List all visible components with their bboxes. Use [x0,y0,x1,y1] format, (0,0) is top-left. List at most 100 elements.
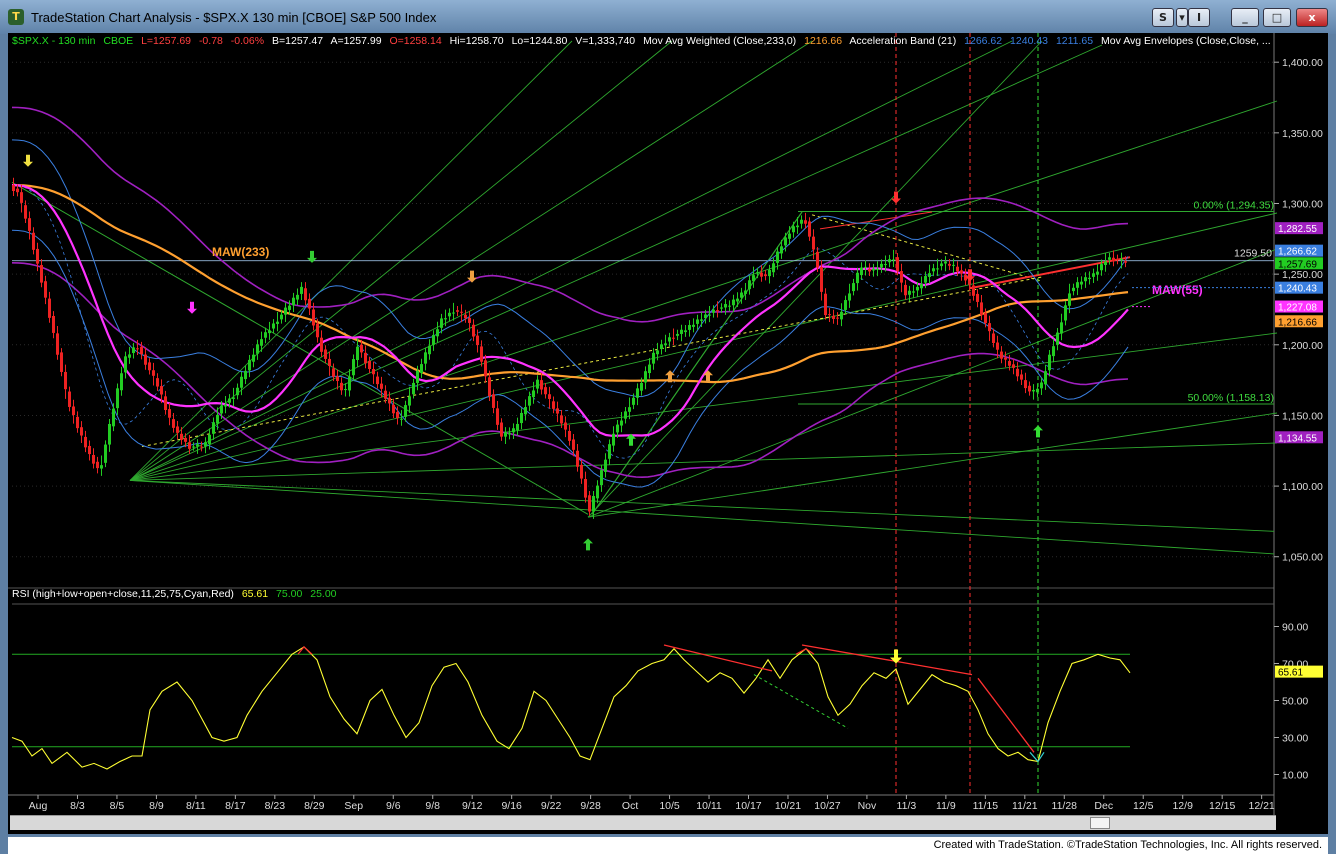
horizontal-scrollbar[interactable] [10,815,1276,830]
candle-body [512,428,515,433]
candle-body [208,434,211,444]
candle-body [264,332,267,338]
time-tick-label: Aug [29,800,48,812]
price-chart[interactable]: 1,400.00 1,350.00 1,300.00 1,250.00 1,200.00… [8,33,1328,815]
ask-price: A=1257.99 [330,35,382,47]
accel-value-3: 1211.65 [1055,35,1094,47]
candle-body [920,284,923,289]
candle-body [184,438,187,442]
candle-body [624,411,627,419]
candle-body [832,315,835,320]
candle-body [684,330,687,333]
last-price: L=1257.69 [141,35,192,47]
candle-body [652,352,655,364]
candle-body [640,382,643,391]
candle-body [248,359,251,371]
candle-body [580,464,583,479]
candle-body [716,310,719,312]
candle-body [1064,305,1067,321]
candle-body [440,318,443,328]
candle-body [376,376,379,385]
candle-body [416,370,419,383]
candle-body [180,433,183,440]
candle-body [764,274,767,277]
time-tick-label: 12/9 [1172,800,1193,812]
candle-body [972,285,975,296]
candle-body [260,339,263,346]
rsi-value-box-label: 65.61 [1278,668,1303,679]
time-tick-label: 8/5 [110,800,125,812]
candle-body [360,344,363,353]
time-tick-label: 9/28 [580,800,601,812]
candle-body [908,290,911,295]
fan-trendline [129,212,1278,481]
candle-body [216,414,219,424]
candle-body [992,333,995,343]
candle-body [732,299,735,306]
close-button[interactable]: x [1296,8,1328,27]
time-tick-label: 11/28 [1052,800,1078,812]
candle-body [140,346,143,355]
s-button[interactable]: S [1152,8,1174,27]
candle-body [68,391,71,407]
rsi-overbought-segment [795,647,815,655]
title-bar[interactable]: T TradeStation Chart Analysis - $SPX.X 1… [0,0,1336,34]
candle-body [1080,281,1083,285]
candle-body [344,389,347,391]
candle-body [312,309,315,326]
candle-body [948,263,951,266]
candle-body [1092,273,1095,277]
candle-body [356,346,359,361]
rsi-red-trendline [977,677,1035,753]
candle-body [240,376,243,388]
candle-body [496,408,499,425]
candle-body [608,444,611,459]
candle-body [828,314,831,316]
candle-body [672,337,675,339]
candle-body [1124,261,1127,263]
candle-body [860,267,863,276]
candle-body [16,188,19,193]
candle-body [556,408,559,414]
scroll-mode-button[interactable]: I [1188,8,1210,27]
candle-body [988,323,991,332]
candle-body [308,298,311,309]
candle-body [996,342,999,350]
candle-body [932,268,935,272]
candle-body [188,442,191,449]
candle-body [592,496,595,512]
chart-area[interactable]: 1,400.00 1,350.00 1,300.00 1,250.00 1,200.00… [8,33,1328,834]
time-tick-label: 9/16 [501,800,522,812]
candle-body [128,354,131,358]
candle-body [532,390,535,398]
candle-body [388,397,391,404]
candle-body [752,275,755,282]
maximize-button[interactable]: □ [1263,8,1291,27]
envelope-study-label: Mov Avg Envelopes (Close,Close, ... [1101,35,1271,47]
down-arrow-magenta [187,301,197,314]
candle-body [268,330,271,334]
candle-body [720,307,723,309]
candle-body [736,298,739,302]
candle-body [12,185,15,191]
rsi-study-label: RSI (high+low+open+close,11,25,75,Cyan,R… [12,588,234,600]
candle-body [728,305,731,307]
candle-body [896,257,899,272]
minimize-button[interactable]: _ [1231,8,1259,27]
price-box-label: 1,266.62 [1278,247,1317,258]
pct-change: -0.06% [230,35,265,47]
scrollbar-thumb[interactable] [1090,817,1110,829]
candle-body [332,368,335,377]
time-tick-label: 9/8 [425,800,440,812]
candle-body [600,470,603,486]
s-dropdown-icon[interactable]: ▾ [1176,8,1188,27]
candle-body [200,446,203,448]
price-box-label: 1,240.43 [1278,284,1317,295]
candle-body [480,346,483,362]
candle-body [320,337,323,352]
candle-body [96,461,99,469]
candle-body [576,450,579,467]
candle-body [352,359,355,376]
candlestick-group [12,177,1127,519]
price-box-label: 1,134.55 [1278,433,1317,444]
